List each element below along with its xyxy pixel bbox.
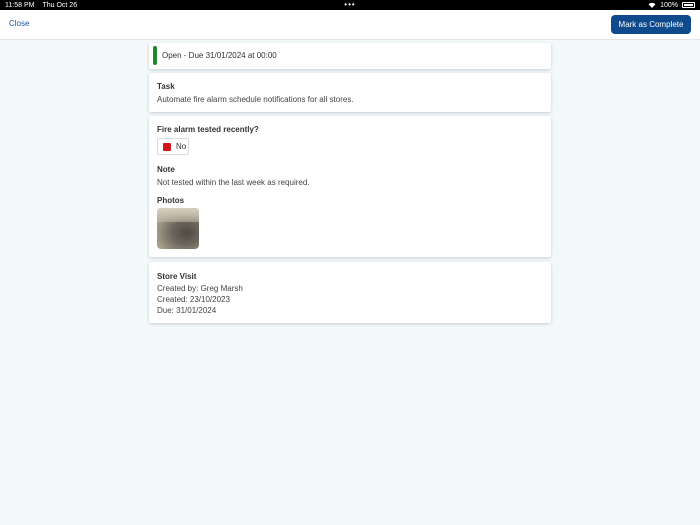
- mark-as-complete-button[interactable]: Mark as Complete: [611, 15, 691, 34]
- answer-color-swatch: [163, 142, 171, 151]
- visit-due-date: Due: 31/01/2024: [157, 306, 217, 315]
- answer-text: No: [176, 142, 187, 151]
- status-right: 100%: [648, 2, 695, 9]
- top-toolbar: Close Mark as Complete: [0, 10, 700, 40]
- status-card: Open - Due 31/01/2024 at 00:00: [149, 43, 551, 69]
- task-card: Task Automate fire alarm schedule notifi…: [149, 73, 551, 112]
- visit-created-date: Created: 23/10/2023: [157, 295, 230, 304]
- status-left: 11:58 PM Thu Oct 26: [5, 2, 77, 9]
- visit-created-by: Created by: Greg Marsh: [157, 284, 243, 293]
- status-indicator: [153, 46, 157, 65]
- task-description: Automate fire alarm schedule notificatio…: [157, 95, 354, 104]
- close-button[interactable]: Close: [9, 19, 29, 28]
- multitask-dots-icon[interactable]: •••: [344, 0, 355, 10]
- photo-thumbnail[interactable]: [157, 208, 199, 249]
- status-time: 11:58 PM: [5, 1, 35, 9]
- task-label: Task: [157, 82, 175, 91]
- question-label: Fire alarm tested recently?: [157, 125, 259, 134]
- answer-chip[interactable]: No: [157, 138, 189, 155]
- system-status-bar: 11:58 PM Thu Oct 26 ••• 100%: [0, 0, 700, 10]
- store-visit-card: Store Visit Created by: Greg Marsh Creat…: [149, 262, 551, 323]
- status-text: Open - Due 31/01/2024 at 00:00: [162, 51, 277, 60]
- battery-icon: [682, 2, 695, 8]
- note-text: Not tested within the last week as requi…: [157, 178, 310, 187]
- photos-label: Photos: [157, 196, 185, 205]
- battery-percent: 100%: [660, 1, 678, 9]
- checklist-item-card: Fire alarm tested recently? No Note Not …: [149, 116, 551, 257]
- status-date: Thu Oct 26: [42, 1, 78, 9]
- visit-title: Store Visit: [157, 272, 197, 281]
- note-label: Note: [157, 165, 175, 174]
- wifi-icon: [648, 2, 656, 8]
